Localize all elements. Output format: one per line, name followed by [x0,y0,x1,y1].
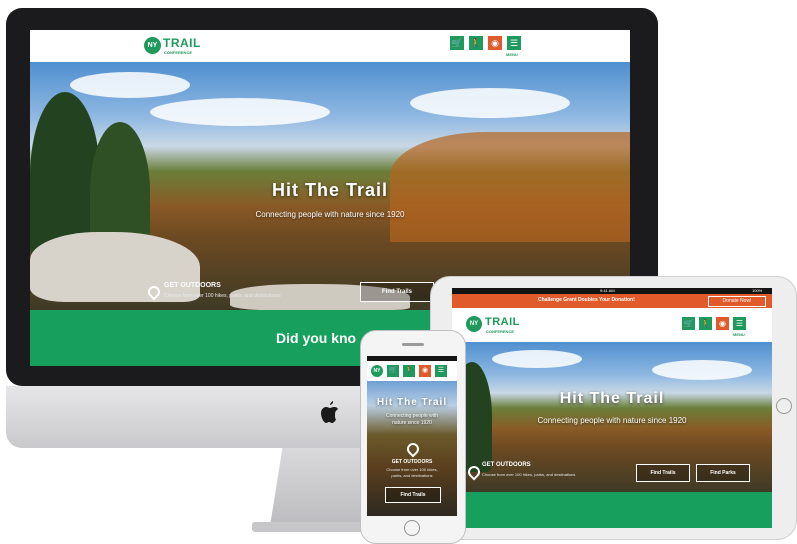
logo-mark[interactable]: NY [144,37,161,54]
ipad-header: NY TRAIL CONFERENCE 🛒 🚶 ◉ ☰ MENU [452,308,772,342]
get-outdoors-description: Choose from over 100 hikes, parks, and d… [482,472,576,477]
cart-icon[interactable]: 🛒 [387,365,399,377]
hero-subtitle-line2: nature since 1920 [392,420,432,426]
status-time: 9:41 AM [600,288,615,293]
iphone-speaker [402,343,424,346]
map-icon[interactable]: ◉ [419,365,431,377]
ipad-screen: 9:41 AM 100% Challenge Grant Doubles You… [452,288,772,528]
menu-icon[interactable]: ☰ [733,317,746,330]
find-trails-button[interactable]: Find Trails [636,464,690,482]
banner-text: Challenge Grant Doubles Your Donation! [538,297,635,303]
get-outdoors-line2: parks, and destinations [391,473,433,478]
iphone-screen: NY 🛒 🚶 ◉ ☰ Hit The Trail Connecting peop… [367,356,457,516]
hiker-icon[interactable]: 🚶 [469,36,483,50]
logo-wordmark[interactable]: TRAIL [485,316,520,328]
cloud [70,72,190,98]
did-you-know-section [452,492,772,528]
iphone-hero: Hit The Trail Connecting people with nat… [367,381,457,516]
hero-section: Hit The Trail Connecting people with nat… [30,62,630,310]
menu-label: MENU [506,52,518,57]
cloud [652,360,752,380]
map-icon[interactable]: ◉ [488,36,502,50]
logo-tagline: CONFERENCE [486,329,515,334]
apple-logo-icon [321,401,338,423]
get-outdoors-title: GET OUTDOORS [482,462,531,468]
ipad-home-button[interactable] [776,398,792,414]
hero-subtitle-line1: Connecting people with [386,413,438,419]
logo-wordmark[interactable]: TRAIL [163,36,201,50]
hero-subtitle: Connecting people with nature since 1920 [255,210,405,219]
logo-mark[interactable]: NY [371,365,383,377]
cloud [492,350,582,368]
get-outdoors-line1: Choose from over 100 hikes, [386,467,438,472]
find-parks-button[interactable]: Find Parks [696,464,750,482]
status-battery: 100% [752,288,763,293]
location-pin-icon [404,440,422,458]
hero-title: Hit The Trail [271,180,389,200]
donation-banner: Challenge Grant Doubles Your Donation! D… [452,294,772,308]
find-trails-button[interactable]: Find Trails [360,282,434,302]
menu-label: MENU [733,332,745,337]
hero-title: Hit The Trail [376,397,448,408]
cloud [150,98,330,126]
logo-tagline: CONFERENCE [164,50,193,55]
cart-icon[interactable]: 🛒 [682,317,695,330]
hero-subtitle: Connecting people with nature since 1920 [537,416,687,425]
menu-icon[interactable]: ☰ [507,36,521,50]
iphone-home-button[interactable] [404,520,420,536]
get-outdoors-title: GET OUTDOORS [391,459,433,465]
map-icon[interactable]: ◉ [716,317,729,330]
menu-icon[interactable]: ☰ [435,365,447,377]
did-you-know-heading: Did you kno [276,330,357,346]
logo-mark[interactable]: NY [466,316,482,332]
cart-icon[interactable]: 🛒 [450,36,464,50]
hiker-icon[interactable]: 🚶 [699,317,712,330]
donate-button[interactable]: Donate Now! [708,296,766,307]
hiker-icon[interactable]: 🚶 [403,365,415,377]
rock [30,232,200,302]
cloud [410,88,570,118]
ipad-hero: Hit The Trail Connecting people with nat… [452,342,772,492]
hero-title: Hit The Trail [559,390,665,407]
iphone-header: NY 🛒 🚶 ◉ ☰ [367,361,457,381]
get-outdoors-description: Choose from over 100 hikes, parks, and d… [164,293,281,299]
find-trails-button[interactable]: Find Trails [385,487,441,503]
site-header: NY TRAIL CONFERENCE 🛒 🚶 ◉ ☰ MENU [30,30,630,62]
get-outdoors-title: GET OUTDOORS [164,282,221,289]
